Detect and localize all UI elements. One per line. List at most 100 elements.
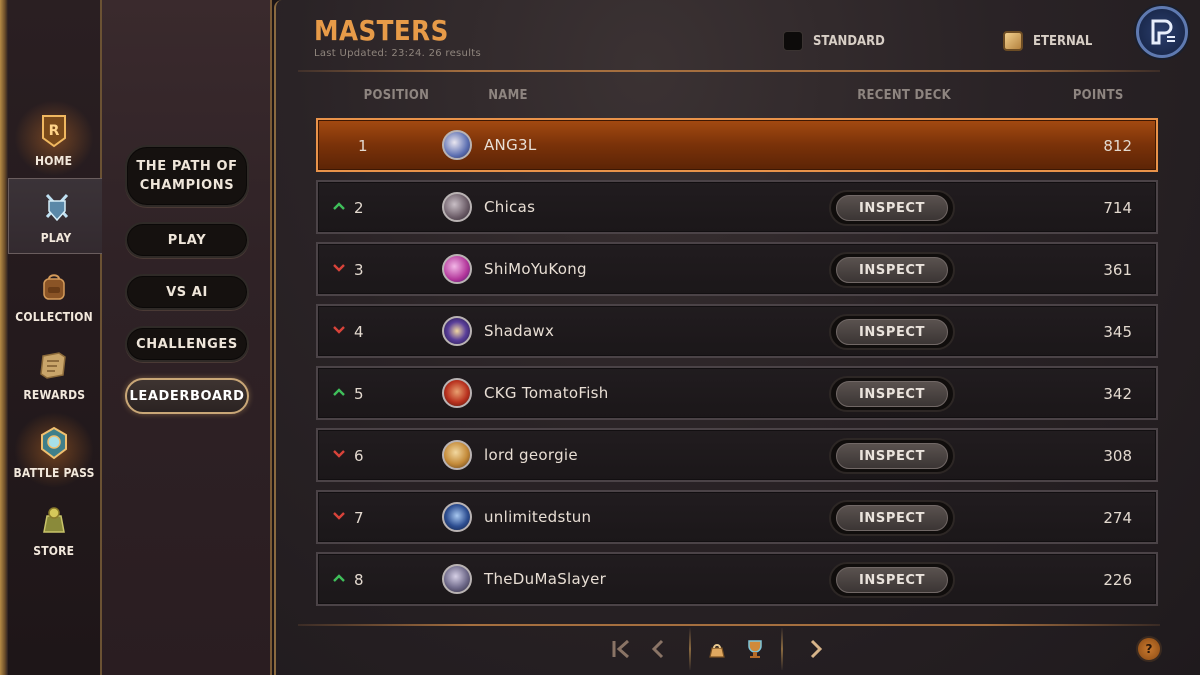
row-position: 8 [354, 571, 364, 589]
avatar [442, 254, 472, 284]
inspect-label: INSPECT [836, 195, 948, 221]
trend-up-icon [333, 202, 345, 210]
row-position: 2 [354, 199, 364, 217]
first-page-button[interactable] [606, 634, 636, 664]
chevron-right-icon [810, 639, 823, 659]
trophy-icon [748, 640, 762, 658]
page-title: MASTERS [314, 14, 449, 47]
row-points: 812 [1103, 137, 1132, 155]
row-position: 5 [354, 385, 364, 403]
avatar [442, 192, 472, 222]
eternal-checkbox[interactable] [1003, 31, 1023, 51]
nav-home[interactable]: R HOME [8, 100, 100, 176]
row-points: 342 [1103, 385, 1132, 403]
nav-battle-pass[interactable]: BATTLE PASS [8, 412, 100, 488]
col-header-points: POINTS [1072, 88, 1124, 103]
trend-up-icon [333, 574, 345, 582]
inspect-deck-button[interactable]: INSPECT [829, 562, 955, 598]
filter-standard-label: STANDARD [813, 33, 885, 49]
inspect-label: INSPECT [836, 505, 948, 531]
footer-divider [298, 624, 1160, 626]
leaderboard-row[interactable]: 3 ShiMoYuKong INSPECT 361 [316, 242, 1158, 296]
avatar [442, 378, 472, 408]
player-name: unlimitedstun [484, 508, 592, 526]
prev-page-button[interactable] [643, 634, 673, 664]
row-position: 7 [354, 509, 364, 527]
nav-rewards[interactable]: REWARDS [8, 334, 100, 410]
play-button[interactable]: PLAY [125, 222, 249, 258]
inspect-deck-button[interactable]: INSPECT [829, 500, 955, 536]
leaderboard-row[interactable]: 2 Chicas INSPECT 714 [316, 180, 1158, 234]
nav-play[interactable]: PLAY [8, 178, 104, 254]
scroll-map-icon [37, 348, 71, 382]
inspect-label: INSPECT [836, 319, 948, 345]
backpack-icon [37, 270, 71, 304]
inspect-deck-button[interactable]: INSPECT [829, 376, 955, 412]
inspect-deck-button[interactable]: INSPECT [829, 438, 955, 474]
row-points: 274 [1103, 509, 1132, 527]
avatar [442, 564, 472, 594]
question-mark-icon: ? [1145, 642, 1153, 656]
inspect-deck-button[interactable]: INSPECT [829, 190, 955, 226]
main-nav: R HOME PLAY COLLECTION REWARDS BATTLE PA… [0, 0, 104, 675]
leaderboard-row[interactable]: 4 Shadawx INSPECT 345 [316, 304, 1158, 358]
leaderboard-panel: MASTERS Last Updated: 23:24. 26 results … [274, 0, 1200, 675]
row-position: 1 [358, 137, 368, 155]
inspect-label: INSPECT [836, 567, 948, 593]
player-name: ShiMoYuKong [484, 260, 587, 278]
pager-separator [689, 628, 691, 670]
nav-collection-label: COLLECTION [15, 310, 93, 324]
row-points: 714 [1103, 199, 1132, 217]
path-of-champions-button[interactable]: THE PATH OF CHAMPIONS [125, 145, 249, 207]
avatar [442, 316, 472, 346]
my-rank-button[interactable] [702, 634, 732, 664]
standard-checkbox[interactable] [783, 31, 803, 51]
player-name: lord georgie [484, 446, 578, 464]
player-name: Chicas [484, 198, 536, 216]
avatar [442, 130, 472, 160]
leaderboard-button[interactable]: LEADERBOARD [125, 378, 249, 414]
filter-eternal-label: ETERNAL [1033, 33, 1093, 49]
nav-play-label: PLAY [41, 231, 72, 245]
leaderboard-row[interactable]: 1 ANG3L 812 [316, 118, 1158, 172]
player-name: Shadawx [484, 322, 555, 340]
col-header-recent-deck: RECENT DECK [857, 88, 951, 103]
help-button[interactable]: ? [1136, 636, 1162, 662]
home-emblem-icon: R [37, 114, 71, 148]
profile-emblem-icon [1151, 19, 1175, 45]
pager-separator [781, 628, 783, 670]
inspect-deck-button[interactable]: INSPECT [829, 252, 955, 288]
next-page-button[interactable] [801, 634, 831, 664]
row-points: 226 [1103, 571, 1132, 589]
row-position: 3 [354, 261, 364, 279]
trend-down-icon [333, 450, 345, 458]
top-rank-button[interactable] [740, 634, 770, 664]
row-points: 308 [1103, 447, 1132, 465]
avatar [442, 440, 472, 470]
nav-store-label: STORE [33, 544, 75, 558]
trend-up-icon [333, 388, 345, 396]
row-position: 4 [354, 323, 364, 341]
filter-standard[interactable]: STANDARD [783, 31, 893, 51]
inspect-label: INSPECT [836, 443, 948, 469]
coin-bag-icon [37, 504, 71, 538]
leaderboard-row[interactable]: 7 unlimitedstun INSPECT 274 [316, 490, 1158, 544]
inspect-deck-button[interactable]: INSPECT [829, 314, 955, 350]
leaderboard-row[interactable]: 6 lord georgie INSPECT 308 [316, 428, 1158, 482]
profile-button[interactable] [1136, 6, 1188, 58]
nav-store[interactable]: STORE [8, 490, 100, 566]
trend-down-icon [333, 264, 345, 272]
filter-eternal[interactable]: ETERNAL [1003, 31, 1099, 51]
leaderboard-row[interactable]: 8 TheDuMaSlayer INSPECT 226 [316, 552, 1158, 606]
avatar [442, 502, 472, 532]
player-name: CKG TomatoFish [484, 384, 609, 402]
pass-badge-icon [37, 426, 71, 460]
nav-collection[interactable]: COLLECTION [8, 256, 100, 332]
leaderboard-row[interactable]: 5 CKG TomatoFish INSPECT 342 [316, 366, 1158, 420]
vs-ai-button[interactable]: VS AI [125, 274, 249, 310]
challenges-button[interactable]: CHALLENGES [125, 326, 249, 362]
row-points: 345 [1103, 323, 1132, 341]
inspect-label: INSPECT [836, 381, 948, 407]
crossed-swords-shield-icon [40, 191, 74, 225]
nav-home-label: HOME [35, 154, 73, 168]
